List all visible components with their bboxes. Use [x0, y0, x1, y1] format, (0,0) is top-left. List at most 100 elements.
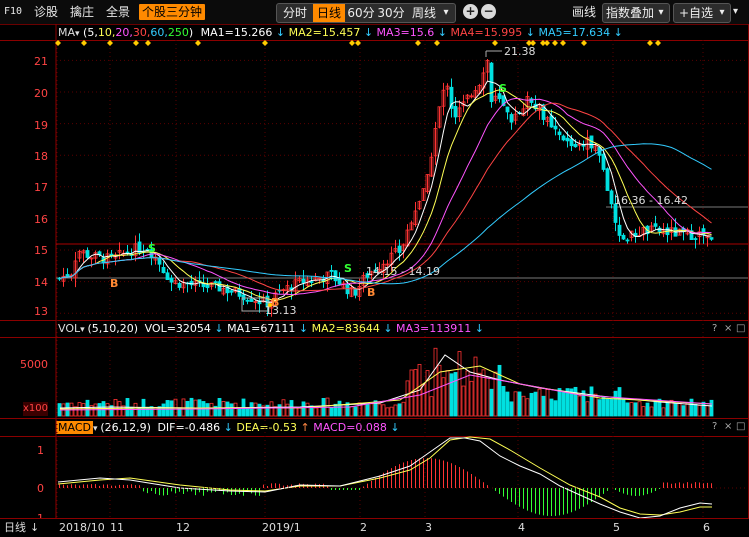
- volume-bar: [561, 392, 566, 417]
- x-tick: 5: [613, 521, 620, 534]
- volume-bar: [705, 405, 710, 417]
- candle-body: [65, 274, 70, 278]
- candle-body: [505, 106, 510, 113]
- volume-bar: [685, 402, 690, 417]
- candle-body: [653, 223, 658, 227]
- period-weekly[interactable]: 周线: [409, 4, 439, 22]
- x-tick: 2019/1: [262, 521, 301, 534]
- catch-dealer-button[interactable]: 擒庄: [70, 4, 94, 20]
- kline-chart-area[interactable]: SBSBBS21.3813.1316.36 - 16.4214.15 - 14.…: [0, 24, 749, 518]
- period-label[interactable]: 日线: [4, 521, 26, 535]
- volume-bar: [605, 398, 610, 417]
- volume-bar: [377, 403, 382, 417]
- candle-body: [353, 288, 358, 296]
- dif-line: [57, 437, 713, 518]
- draw-line-button[interactable]: 画线: [572, 4, 596, 20]
- candle-body: [569, 138, 574, 147]
- volume-bar: [393, 404, 398, 417]
- volume-bar: [477, 372, 482, 417]
- zoom-in-button[interactable]: +: [463, 4, 478, 19]
- signal-marker: B: [110, 277, 118, 290]
- watchlist-dropdown[interactable]: +自选 ▾: [673, 3, 731, 23]
- x-tick: 4: [518, 521, 525, 534]
- volume-bar: [689, 398, 694, 417]
- x-tick: 3: [425, 521, 432, 534]
- volume-bar: [301, 401, 306, 417]
- bottom-axis: 日线 ↓ 2018/10 11 12 2019/1 2 3 4 5 6: [0, 518, 749, 537]
- candle-body: [605, 168, 610, 191]
- volume-bar: [557, 388, 562, 417]
- candle-body: [205, 284, 210, 289]
- candle-body: [169, 277, 174, 283]
- candle-body: [709, 237, 714, 240]
- period-60min[interactable]: 60分: [347, 4, 375, 22]
- volume-bar: [161, 403, 166, 417]
- index-overlay-dropdown[interactable]: 指数叠加 ▾: [602, 3, 670, 23]
- candle-body: [565, 137, 570, 142]
- volume-bar: [297, 407, 302, 417]
- candle-body: [85, 250, 90, 258]
- volume-bar: [549, 398, 554, 417]
- volume-bar: [693, 403, 698, 417]
- zoom-out-button[interactable]: −: [481, 4, 496, 19]
- period-daily[interactable]: 日线: [313, 4, 345, 22]
- chevron-down-icon: ▾: [658, 7, 664, 18]
- period-intraday[interactable]: 分时: [279, 4, 311, 22]
- candle-body: [609, 190, 614, 205]
- volume-bar: [681, 405, 686, 417]
- volume-bar: [589, 386, 594, 417]
- signal-marker: S: [344, 262, 352, 275]
- low-marker: [268, 303, 272, 307]
- volume-bar: [533, 391, 538, 417]
- candle-body: [157, 258, 162, 265]
- candle-body: [229, 290, 234, 293]
- volume-bar: [329, 407, 334, 417]
- volume-bar: [269, 401, 274, 417]
- volume-bar: [473, 356, 478, 417]
- volume-bar: [541, 395, 546, 417]
- chevron-down-icon[interactable]: ▾: [733, 4, 738, 20]
- candle-body: [453, 105, 458, 118]
- volume-bar: [285, 403, 290, 417]
- volume-bar: [529, 392, 534, 417]
- volume-bar: [113, 399, 118, 417]
- panorama-button[interactable]: 全景: [106, 4, 130, 20]
- volume-bar: [601, 396, 606, 417]
- signal-marker: B: [367, 286, 375, 299]
- volume-bar: [637, 401, 642, 417]
- volume-bar: [653, 399, 658, 417]
- volume-bar: [697, 405, 702, 417]
- volume-bar: [545, 389, 550, 417]
- volume-bar: [609, 398, 614, 417]
- range-label: 14.15 - 14.19: [366, 265, 440, 278]
- volume-bar: [453, 372, 458, 417]
- volume-bar: [401, 401, 406, 417]
- annotations: SBSBBS21.3813.1316.36 - 16.4214.15 - 14.…: [110, 45, 688, 317]
- volume-bar: [389, 406, 394, 417]
- volume-bar: [613, 390, 618, 417]
- volume-bar: [525, 398, 530, 417]
- volume-bar: [521, 395, 526, 417]
- candle-body: [693, 238, 698, 240]
- three-minute-button[interactable]: 个股三分钟: [139, 4, 206, 20]
- volume-bar: [381, 404, 386, 417]
- chevron-down-icon: ▾: [719, 7, 725, 18]
- volume-bar: [253, 402, 258, 417]
- volume-bar: [457, 351, 462, 417]
- volume-bar: [441, 377, 446, 417]
- volume-bar: [405, 380, 410, 417]
- volume-bar: [673, 403, 678, 417]
- chevron-down-icon[interactable]: ▾: [439, 4, 453, 22]
- volume-bar: [337, 400, 342, 417]
- candle-body: [397, 245, 402, 253]
- x-tick: 11: [110, 521, 124, 534]
- period-30min[interactable]: 30分: [377, 4, 405, 22]
- volume-bar: [229, 403, 234, 417]
- high-price-label: 21.38: [504, 45, 536, 58]
- candle-body: [165, 272, 170, 281]
- volume-bar: [649, 406, 654, 417]
- candle-body: [329, 269, 334, 272]
- signal-marker: S: [499, 82, 507, 95]
- volume-bar: [433, 347, 438, 417]
- volume-bar: [709, 399, 714, 417]
